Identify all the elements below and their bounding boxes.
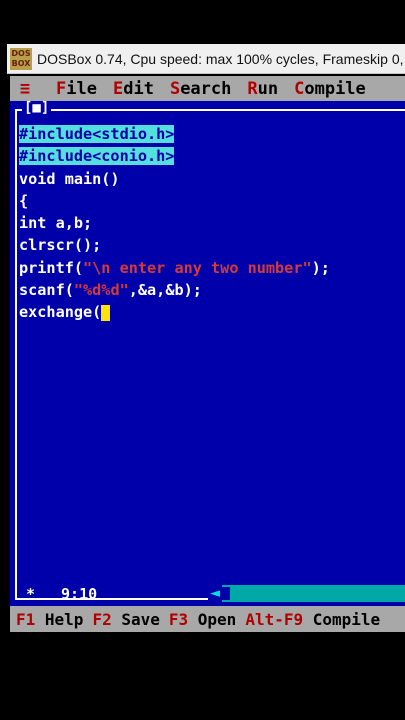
menu-file[interactable]: File: [56, 79, 97, 99]
code-line: printf("\n enter any two number");: [19, 257, 401, 279]
logo-text-bottom: BOX: [11, 58, 31, 68]
code-preprocessor: #include<stdio.h>: [19, 125, 175, 143]
menu-edit[interactable]: Edit: [113, 79, 154, 99]
logo-text-top: DOS: [11, 48, 31, 58]
code-text: );: [311, 258, 330, 277]
menu-label: earch: [180, 78, 232, 99]
fkey-label: Save: [121, 609, 160, 629]
code-string: "\n enter any two number": [83, 258, 312, 277]
code-area[interactable]: #include<stdio.h> #include<conio.h> void m…: [19, 123, 401, 324]
menu-search[interactable]: Search: [170, 79, 231, 99]
code-text: exchange(: [19, 303, 102, 322]
editor-window[interactable]: [■] #include<stdio.h> #include<conio.h> vo…: [10, 101, 405, 606]
menu-label: ompile: [304, 78, 366, 99]
fkey-help[interactable]: F1 Help: [16, 610, 83, 629]
fkey-key: F3: [168, 609, 189, 629]
modified-marker: *: [26, 585, 36, 603]
menu-label: un: [257, 78, 279, 99]
fkey-label: Help: [44, 609, 84, 629]
fkey-save[interactable]: F2 Save: [92, 610, 159, 629]
menu-bar: ≡ File Edit Search Run Compile: [10, 76, 405, 101]
menu-hotkey: R: [247, 78, 258, 99]
fkey-compile[interactable]: Alt-F9 Compile: [245, 610, 380, 629]
cursor-position: 9:10: [61, 585, 98, 603]
horizontal-scrollbar[interactable]: ◄: [208, 585, 405, 602]
fkey-open[interactable]: F3 Open: [169, 610, 236, 629]
menu-label: dit: [123, 78, 154, 99]
code-preprocessor: #include<conio.h>: [19, 147, 175, 166]
code-text: clrscr();: [19, 236, 102, 255]
code-text: void main(): [19, 169, 120, 188]
window-titlebar[interactable]: DOS BOX DOSBox 0.74, Cpu speed: max 100%…: [7, 44, 405, 74]
code-line: clrscr();: [19, 234, 401, 256]
close-button-label: [■]: [24, 100, 50, 116]
code-text: {: [19, 191, 29, 210]
fkey-label: Compile: [312, 609, 381, 629]
menu-hotkey: F: [56, 78, 67, 99]
window-title: DOSBox 0.74, Cpu speed: max 100% cycles,…: [37, 50, 405, 67]
code-text: int a,b;: [19, 214, 93, 233]
code-text: ,&a,&b);: [128, 281, 202, 300]
code-line: {: [19, 190, 401, 212]
code-string: "%d%d": [73, 281, 129, 300]
fkey-key: F2: [92, 609, 112, 629]
close-window-button[interactable]: [■]: [22, 100, 52, 116]
code-line: scanf("%d%d",&a,&b);: [19, 279, 401, 301]
menu-hotkey: E: [112, 78, 124, 99]
code-line: #include<stdio.h>: [19, 123, 401, 145]
system-menu-icon[interactable]: ≡: [10, 79, 40, 99]
function-key-bar: F1 Help F2 Save F3 Open Alt-F9 Compile: [10, 606, 405, 632]
editor-status: * 9:10: [26, 585, 97, 603]
menu-run[interactable]: Run: [247, 79, 278, 99]
menu-label: ile: [66, 78, 97, 99]
scroll-thumb[interactable]: [222, 587, 230, 600]
scroll-left-icon[interactable]: ◄: [208, 585, 222, 602]
text-cursor: [101, 304, 111, 321]
code-line: exchange(: [19, 301, 401, 323]
code-line: void main(): [19, 168, 401, 190]
fkey-key: F1: [16, 609, 36, 629]
code-text: scanf(: [19, 281, 74, 300]
code-text: printf(: [19, 258, 84, 277]
dosbox-logo-icon: DOS BOX: [10, 47, 32, 70]
code-line: #include<conio.h>: [19, 145, 401, 167]
menu-hotkey: S: [169, 78, 181, 99]
menu-compile[interactable]: Compile: [294, 79, 366, 99]
code-line: int a,b;: [19, 212, 401, 234]
fkey-key: Alt-F9: [245, 609, 304, 629]
menu-hotkey: C: [294, 78, 305, 99]
fkey-label: Open: [197, 609, 237, 629]
